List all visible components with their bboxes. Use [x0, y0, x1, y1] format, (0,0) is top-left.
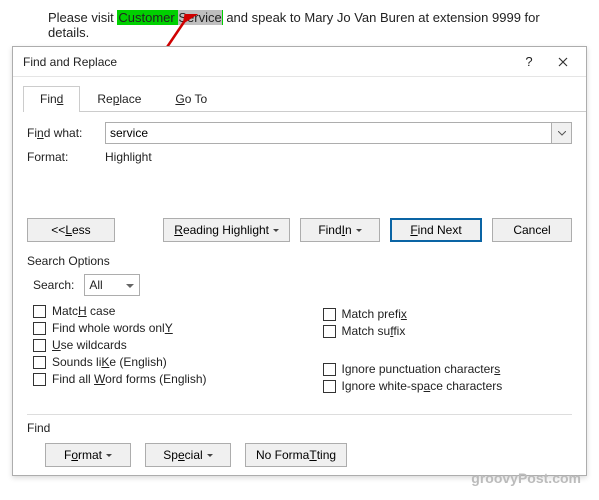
no-formatting-button[interactable]: No FormaTting [245, 443, 347, 467]
find-what-label: Find what: [27, 126, 105, 140]
search-options-label: Search Options [13, 250, 586, 270]
match-suffix-checkbox[interactable] [323, 325, 336, 338]
find-section-label: Find [27, 421, 572, 435]
less-button[interactable]: << Less [27, 218, 115, 242]
watermark: groovyPost.com [471, 470, 581, 486]
match-case-checkbox[interactable] [33, 305, 46, 318]
find-what-dropdown[interactable] [552, 122, 572, 144]
sounds-like-checkbox[interactable] [33, 356, 46, 369]
find-what-input[interactable] [105, 122, 552, 144]
find-replace-dialog: Find and Replace ? Find Replace Go To Fi… [12, 46, 587, 476]
all-forms-checkbox[interactable] [33, 373, 46, 386]
search-direction-select[interactable]: All [84, 274, 140, 296]
find-next-button[interactable]: Find Next [390, 218, 482, 242]
close-button[interactable] [546, 48, 580, 76]
special-button[interactable]: Special [145, 443, 231, 467]
ignore-whitespace-checkbox[interactable] [323, 380, 336, 393]
tab-replace[interactable]: Replace [80, 86, 158, 112]
titlebar: Find and Replace ? [13, 47, 586, 77]
format-button[interactable]: Format [45, 443, 131, 467]
dialog-title: Find and Replace [23, 55, 512, 69]
help-button[interactable]: ? [512, 48, 546, 76]
tab-goto[interactable]: Go To [158, 86, 224, 112]
find-in-button[interactable]: Find In [300, 218, 380, 242]
ignore-punct-checkbox[interactable] [323, 363, 336, 376]
reading-highlight-button[interactable]: Reading Highlight [163, 218, 290, 242]
tab-find[interactable]: Find [23, 86, 80, 112]
search-label: Search: [33, 278, 74, 292]
wildcards-checkbox[interactable] [33, 339, 46, 352]
tabs: Find Replace Go To [23, 85, 586, 112]
format-label: Format: [27, 150, 105, 164]
cancel-button[interactable]: Cancel [492, 218, 572, 242]
format-value: Highlight [105, 150, 152, 164]
whole-words-checkbox[interactable] [33, 322, 46, 335]
match-prefix-checkbox[interactable] [323, 308, 336, 321]
